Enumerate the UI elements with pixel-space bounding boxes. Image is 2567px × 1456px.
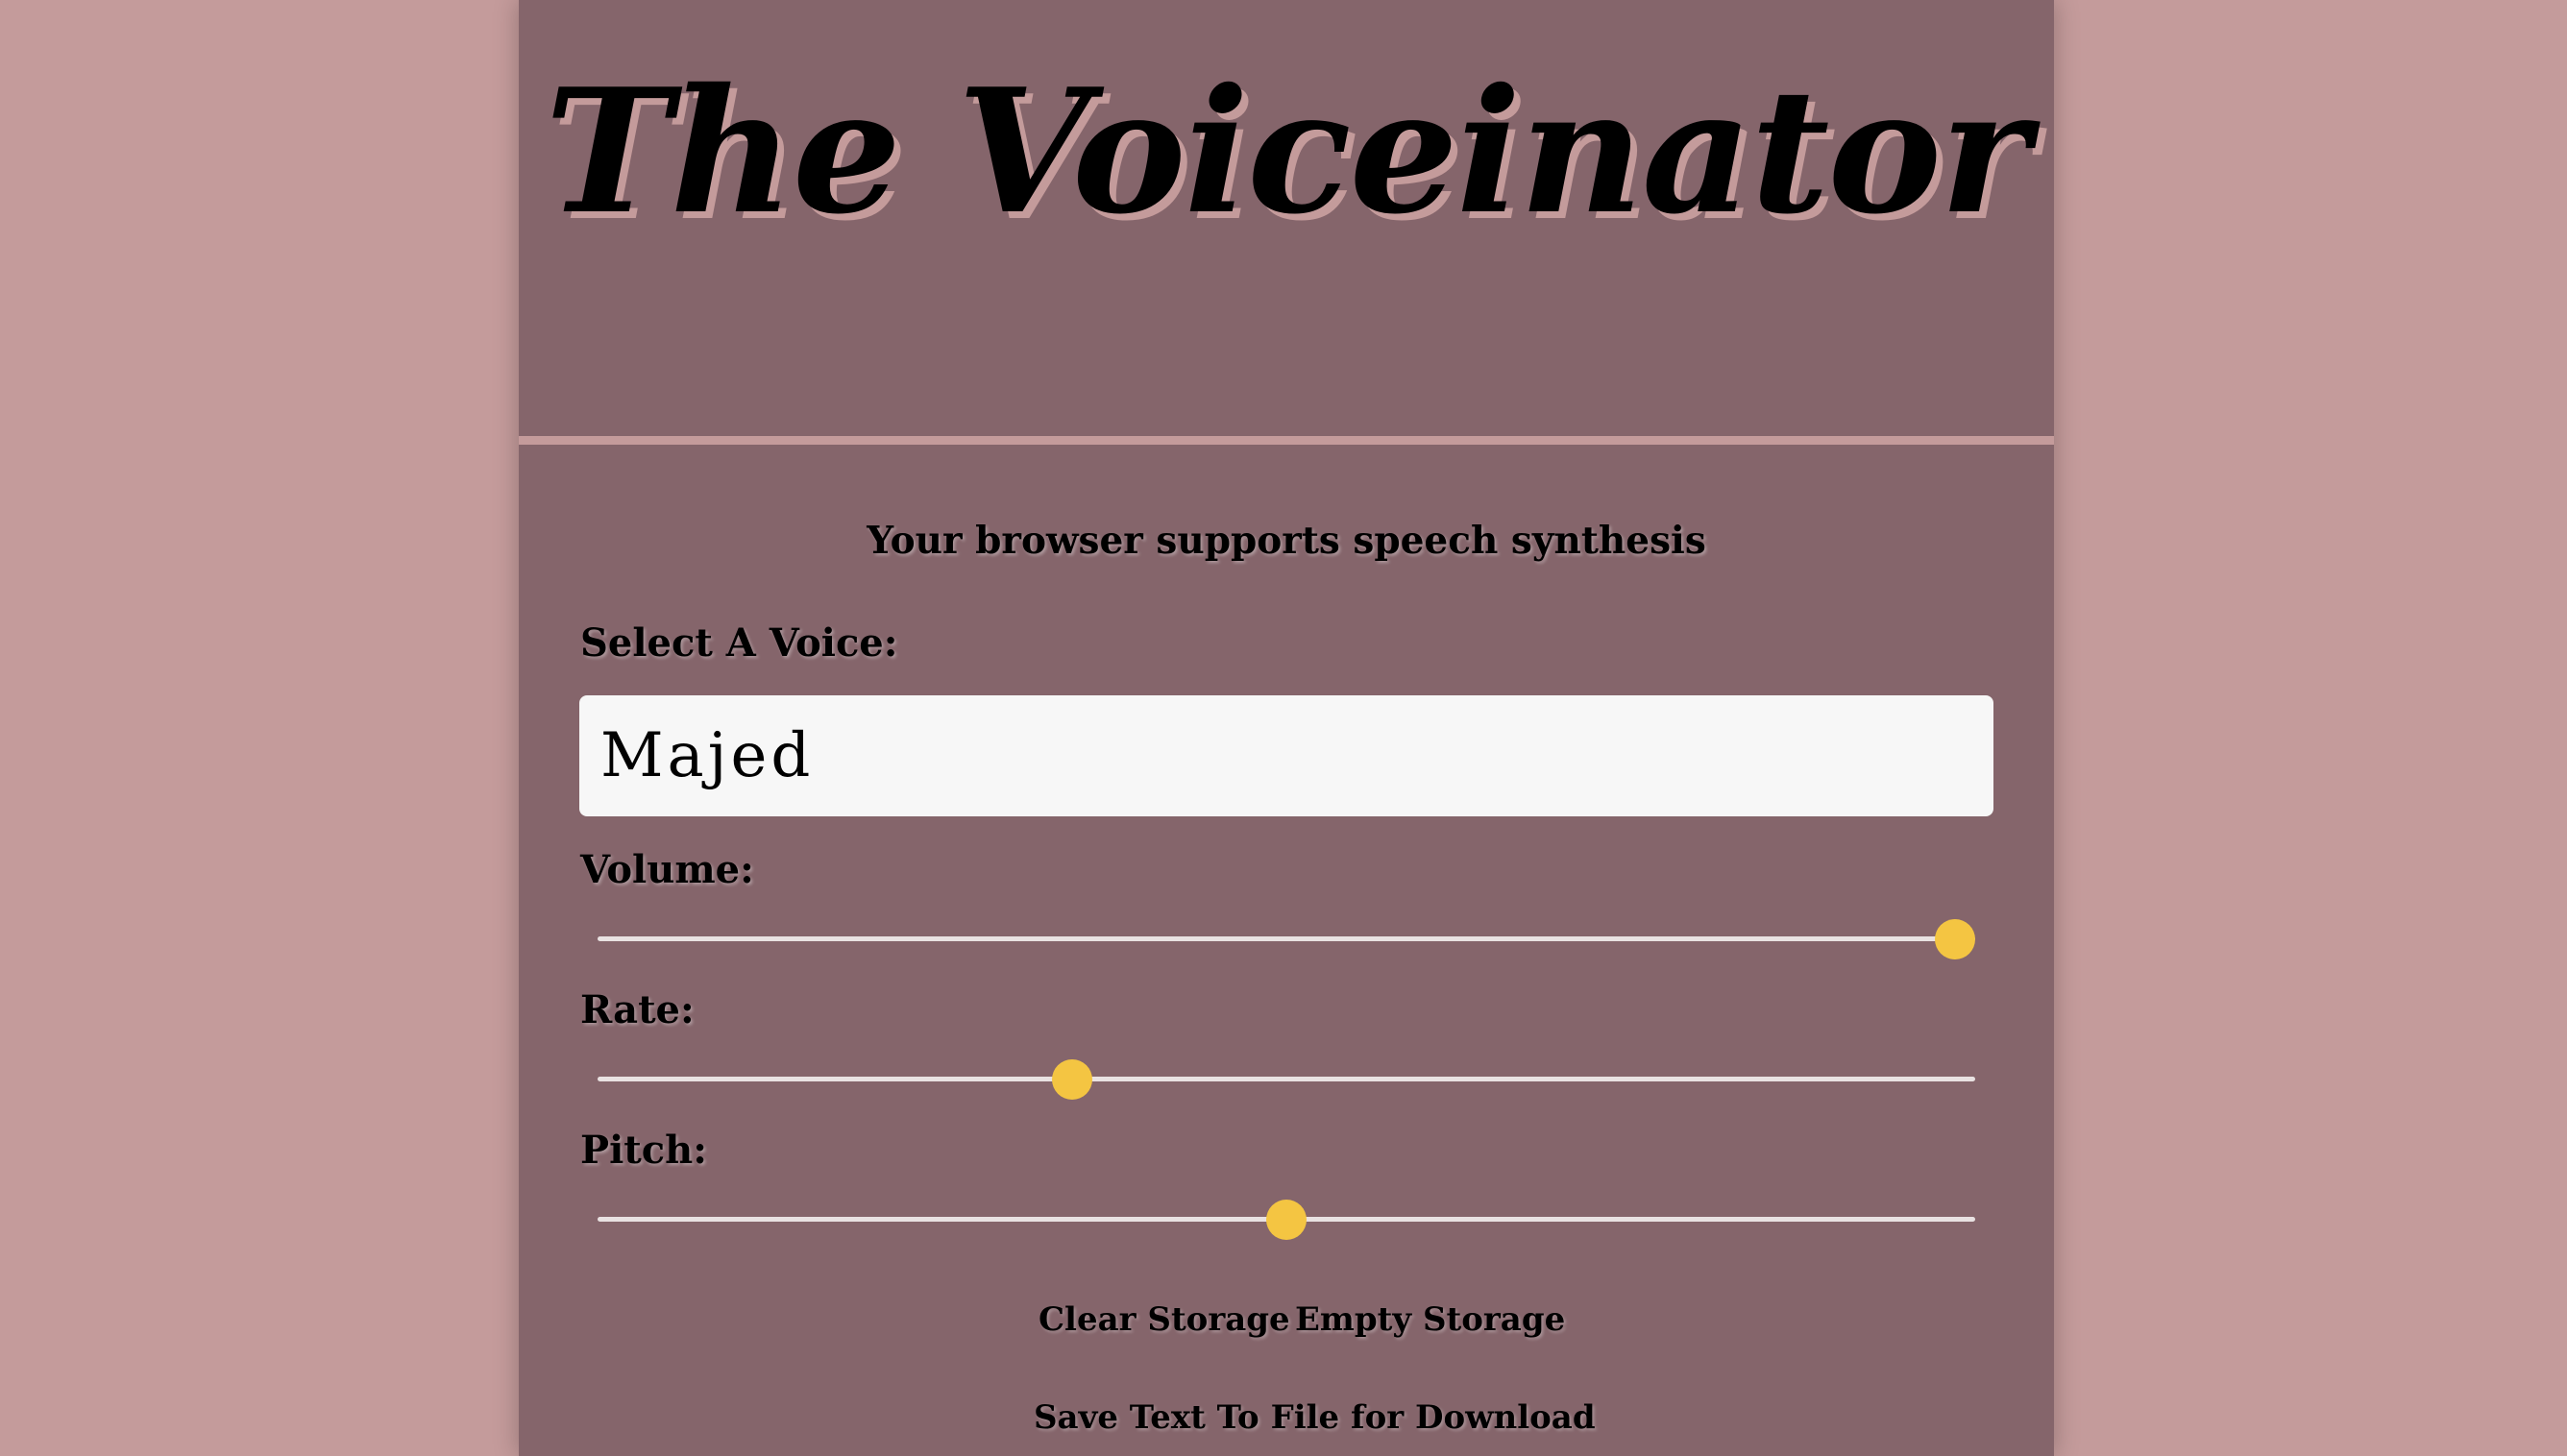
- rate-label: Rate:: [580, 987, 695, 1032]
- save-text-button[interactable]: Save Text To File for Download: [1034, 1395, 1596, 1441]
- app-title: The Voiceinator: [545, 51, 2030, 252]
- pitch-slider[interactable]: [598, 1200, 1975, 1240]
- volume-slider[interactable]: [598, 919, 1975, 959]
- main-panel: The Voiceinator Your browser supports sp…: [519, 0, 2054, 1456]
- pitch-slider-thumb[interactable]: [1266, 1200, 1307, 1240]
- volume-slider-track[interactable]: [598, 936, 1975, 941]
- header: The Voiceinator: [519, 0, 2054, 436]
- rate-slider-thumb[interactable]: [1052, 1059, 1093, 1100]
- voice-select-label: Select A Voice:: [580, 620, 898, 666]
- header-divider: [519, 436, 2054, 445]
- voice-select[interactable]: Majed: [579, 695, 1993, 816]
- pitch-label: Pitch:: [580, 1128, 707, 1173]
- rate-slider[interactable]: [598, 1059, 1975, 1100]
- speech-support-message: Your browser supports speech synthesis: [867, 519, 1706, 563]
- page-background: The Voiceinator Your browser supports sp…: [0, 0, 2567, 1456]
- volume-slider-thumb[interactable]: [1935, 919, 1975, 959]
- volume-label: Volume:: [580, 847, 754, 892]
- rate-slider-track[interactable]: [598, 1077, 1975, 1081]
- clear-storage-button[interactable]: Clear Storage: [1039, 1297, 1290, 1343]
- empty-storage-button[interactable]: Empty Storage: [1295, 1297, 1565, 1343]
